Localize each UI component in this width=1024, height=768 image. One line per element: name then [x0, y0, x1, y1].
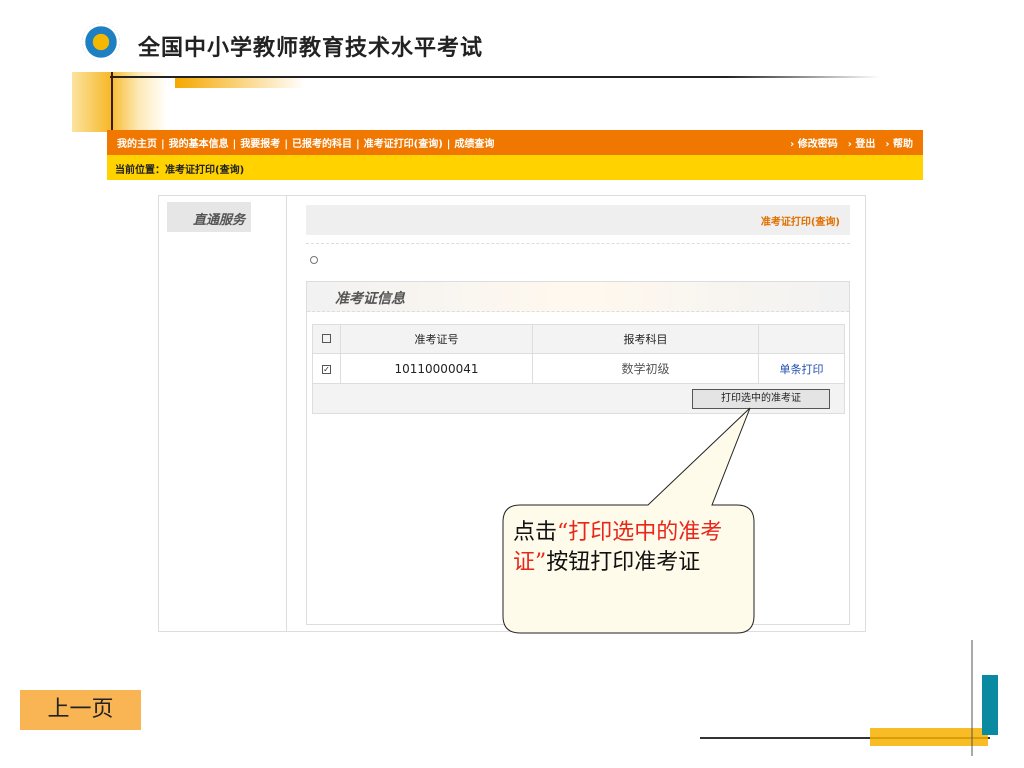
- corner-decoration: [700, 640, 998, 756]
- callout-text: 点击“打印选中的准考证”按钮打印准考证: [513, 520, 723, 575]
- callout-shape: [502, 407, 998, 756]
- prev-page-button[interactable]: 上一页: [20, 690, 141, 730]
